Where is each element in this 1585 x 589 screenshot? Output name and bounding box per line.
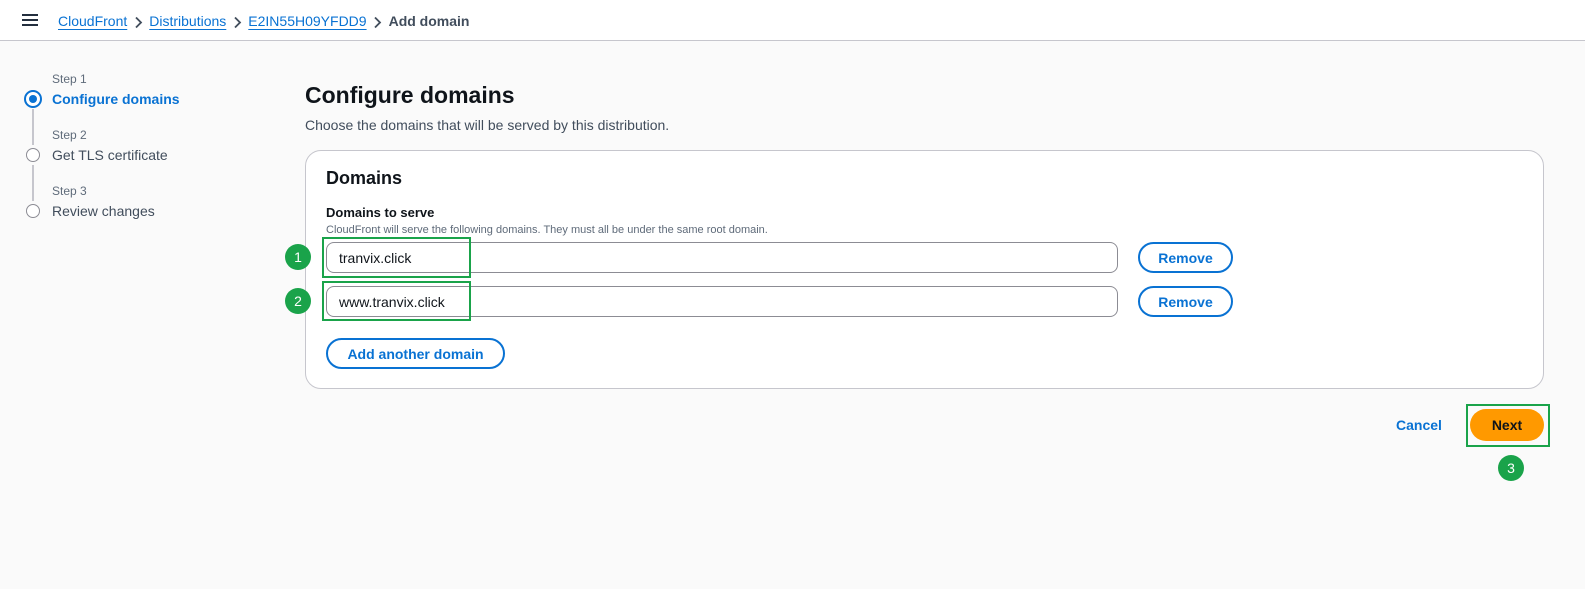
- annotation-marker-3: 3: [1498, 455, 1524, 481]
- field-description: CloudFront will serve the following doma…: [326, 224, 768, 236]
- annotation-highlight-1: [322, 237, 471, 278]
- breadcrumb-link-distribution-id[interactable]: E2IN55H09YFDD9: [248, 13, 366, 29]
- breadcrumb: CloudFront Distributions E2IN55H09YFDD9 …: [58, 12, 469, 30]
- step-number: Step 3: [52, 184, 87, 198]
- chevron-right-icon: [367, 13, 389, 29]
- wizard-steps: Step 1 Configure domains Step 2 Get TLS …: [24, 70, 254, 238]
- wizard-step-1[interactable]: Step 1 Configure domains: [24, 70, 254, 145]
- annotation-marker-1: 1: [285, 244, 311, 270]
- step-title: Review changes: [52, 203, 155, 219]
- step-active-icon: [24, 90, 42, 108]
- wizard-step-3: Step 3 Review changes: [24, 182, 254, 238]
- step-title: Get TLS certificate: [52, 147, 168, 163]
- step-title: Configure domains: [52, 91, 180, 107]
- step-pending-icon: [26, 204, 40, 218]
- annotation-marker-2: 2: [285, 288, 311, 314]
- menu-icon-bar: [22, 24, 38, 26]
- chevron-right-icon: [127, 13, 149, 29]
- annotation-highlight-3: [1466, 404, 1550, 447]
- add-another-domain-button[interactable]: Add another domain: [326, 338, 505, 369]
- menu-icon-bar: [22, 19, 38, 21]
- top-navigation-bar: CloudFront Distributions E2IN55H09YFDD9 …: [0, 0, 1585, 41]
- breadcrumb-link-distributions[interactable]: Distributions: [149, 13, 226, 29]
- annotation-highlight-2: [322, 281, 471, 321]
- panel-title: Domains: [326, 168, 403, 188]
- breadcrumb-link-cloudfront[interactable]: CloudFront: [58, 13, 127, 29]
- remove-domain-2-button[interactable]: Remove: [1138, 286, 1233, 317]
- cancel-button[interactable]: Cancel: [1390, 415, 1448, 435]
- domains-panel: Domains Domains to serve CloudFront will…: [305, 150, 1544, 389]
- page-description: Choose the domains that will be served b…: [305, 117, 670, 133]
- wizard-step-2: Step 2 Get TLS certificate: [24, 126, 254, 201]
- field-label: Domains to serve: [326, 205, 435, 220]
- menu-icon-bar: [22, 14, 38, 16]
- chevron-right-icon: [226, 13, 248, 29]
- step-number: Step 1: [52, 72, 87, 86]
- breadcrumb-current: Add domain: [388, 13, 470, 29]
- step-number: Step 2: [52, 128, 87, 142]
- step-pending-icon: [26, 148, 40, 162]
- remove-domain-1-button[interactable]: Remove: [1138, 242, 1233, 273]
- page-title: Configure domains: [305, 82, 515, 108]
- menu-icon[interactable]: [22, 13, 40, 27]
